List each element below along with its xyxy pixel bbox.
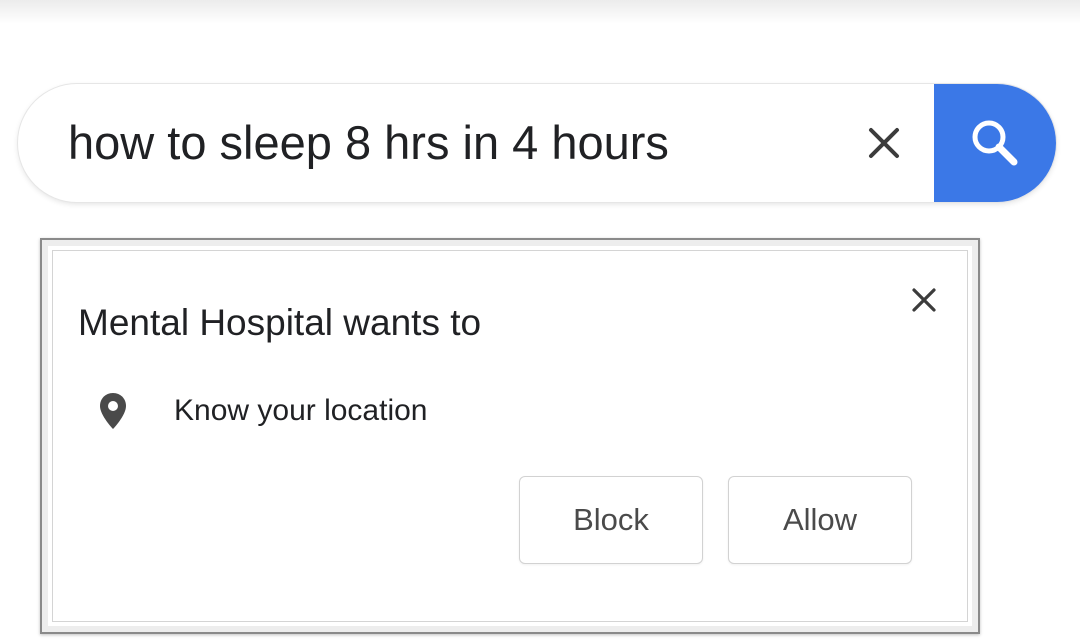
search-button[interactable] [934, 84, 1056, 202]
permission-label: Know your location [174, 394, 428, 427]
clear-search-button[interactable] [848, 114, 920, 172]
location-pin-icon [98, 391, 128, 431]
close-icon [912, 288, 936, 312]
search-bar [18, 84, 1056, 202]
search-input[interactable] [68, 84, 788, 202]
popup-title: Mental Hospital wants to [78, 302, 482, 343]
permission-popup: Mental Hospital wants to Know your locat… [40, 238, 980, 634]
block-button[interactable]: Block [519, 476, 703, 564]
magnifier-icon [972, 120, 1018, 166]
allow-button[interactable]: Allow [728, 476, 912, 564]
popup-close-button[interactable] [904, 280, 944, 320]
browser-top-band [0, 0, 1080, 24]
close-icon [869, 128, 899, 158]
permission-row: Know your location [98, 388, 427, 434]
